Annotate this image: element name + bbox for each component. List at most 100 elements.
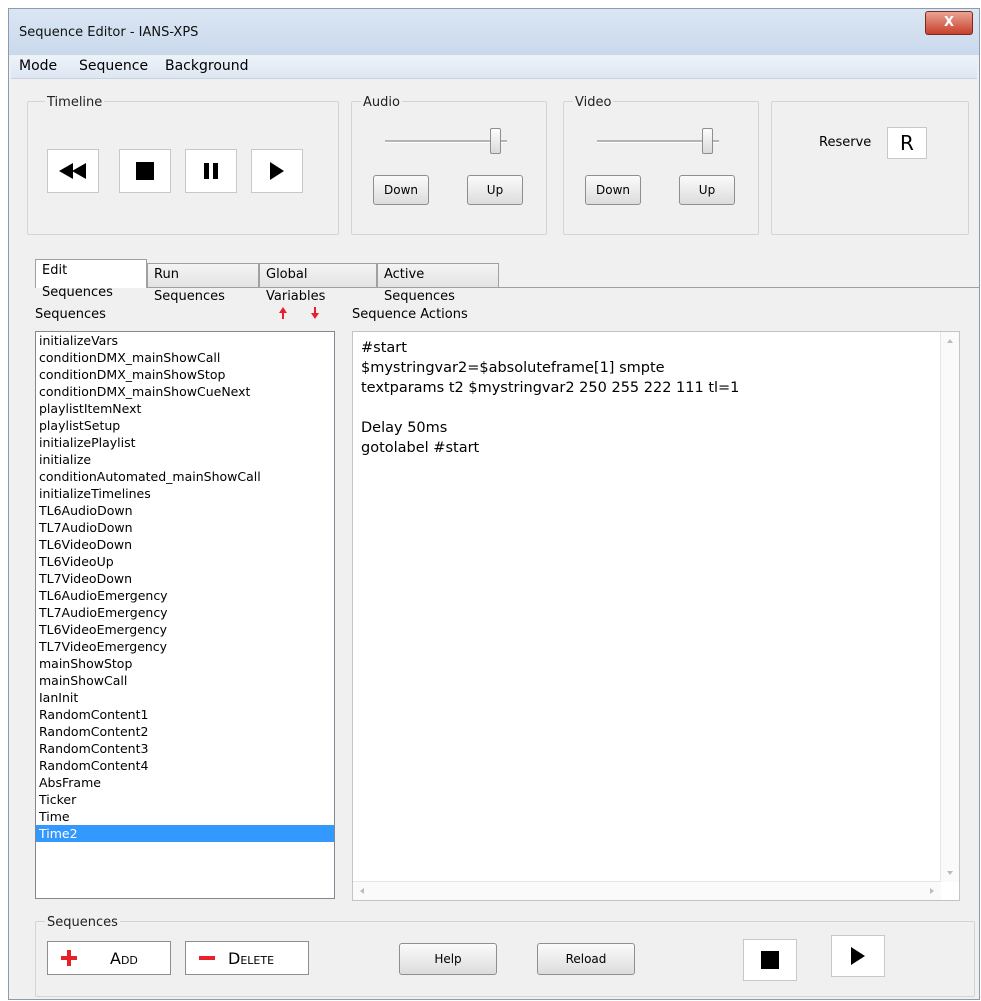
scroll-down-icon: [947, 871, 953, 875]
play-button[interactable]: [251, 149, 303, 193]
list-item[interactable]: RandomContent4: [36, 757, 334, 774]
list-item[interactable]: initializeVars: [36, 332, 334, 349]
tab-run-sequences[interactable]: Run Sequences: [147, 263, 259, 304]
tab-edit-sequences[interactable]: Edit Sequences: [35, 259, 147, 300]
reserve-group: [771, 101, 969, 235]
menu-background[interactable]: Background: [165, 58, 249, 74]
delete-label: Delete: [228, 948, 275, 968]
add-label: Add: [110, 948, 138, 968]
list-item[interactable]: AbsFrame: [36, 774, 334, 791]
list-item[interactable]: conditionDMX_mainShowStop: [36, 366, 334, 383]
sequences-list-label: Sequences: [35, 307, 106, 322]
list-item[interactable]: Time2: [36, 825, 334, 842]
list-item[interactable]: initializePlaylist: [36, 434, 334, 451]
list-item[interactable]: RandomContent2: [36, 723, 334, 740]
menu-mode[interactable]: Mode: [19, 58, 57, 74]
video-label: Video: [573, 95, 614, 110]
code-line: gotolabel #start: [361, 440, 480, 456]
list-item[interactable]: TL6VideoDown: [36, 536, 334, 553]
bottom-stop-button[interactable]: [743, 939, 797, 981]
list-item[interactable]: TL6AudioDown: [36, 502, 334, 519]
scroll-right-icon: [930, 888, 934, 894]
window-title: Sequence Editor - IANS-XPS: [19, 25, 199, 40]
code-line: Delay 50ms: [361, 420, 448, 436]
code-content: #start $mystringvar2=$absoluteframe[1] sm…: [353, 338, 941, 458]
menu-bar: Mode Sequence Background: [11, 56, 977, 79]
list-item[interactable]: initializeTimelines: [36, 485, 334, 502]
list-item[interactable]: TL7AudioEmergency: [36, 604, 334, 621]
list-item[interactable]: RandomContent1: [36, 706, 334, 723]
video-down-button[interactable]: Down: [585, 175, 641, 205]
move-down-button[interactable]: [307, 305, 323, 321]
rewind-button[interactable]: [47, 149, 99, 193]
close-button[interactable]: X: [925, 11, 973, 35]
code-line: #start: [361, 340, 407, 356]
list-item[interactable]: playlistItemNext: [36, 400, 334, 417]
stop-icon: [761, 951, 779, 969]
tab-active-sequences[interactable]: Active Sequences: [377, 263, 499, 304]
list-item[interactable]: conditionDMX_mainShowCueNext: [36, 383, 334, 400]
help-button[interactable]: Help: [399, 943, 497, 975]
scroll-up-icon: [947, 339, 953, 343]
list-item[interactable]: conditionDMX_mainShowCall: [36, 349, 334, 366]
pause-button[interactable]: [185, 149, 237, 193]
list-item[interactable]: mainShowStop: [36, 655, 334, 672]
reload-button[interactable]: Reload: [537, 943, 635, 975]
title-bar[interactable]: Sequence Editor - IANS-XPS X: [9, 9, 979, 55]
list-item[interactable]: TL7VideoDown: [36, 570, 334, 587]
stop-icon: [136, 162, 154, 180]
play-icon: [270, 162, 284, 180]
list-item[interactable]: RandomContent3: [36, 740, 334, 757]
sequence-actions-label: Sequence Actions: [352, 307, 468, 322]
list-item[interactable]: initialize: [36, 451, 334, 468]
list-item[interactable]: IanInit: [36, 689, 334, 706]
list-item[interactable]: Time: [36, 808, 334, 825]
reserve-button[interactable]: R: [887, 127, 927, 159]
delete-button[interactable]: Delete: [185, 941, 309, 975]
audio-up-button[interactable]: Up: [467, 175, 523, 205]
code-line: textparams t2 $mystringvar2 250 255 222 …: [361, 380, 740, 396]
stop-button[interactable]: [119, 149, 171, 193]
bottom-play-button[interactable]: [831, 935, 885, 977]
video-slider-thumb[interactable]: [702, 128, 714, 154]
audio-group: [351, 101, 547, 235]
play-icon: [851, 947, 865, 965]
sequence-actions-editor[interactable]: #start $mystringvar2=$absoluteframe[1] sm…: [352, 331, 960, 901]
audio-label: Audio: [361, 95, 402, 110]
video-slider-track[interactable]: [597, 140, 719, 143]
list-item[interactable]: TL6VideoEmergency: [36, 621, 334, 638]
arrow-up-icon: [279, 307, 287, 319]
reserve-label: Reserve: [819, 135, 872, 150]
audio-down-button[interactable]: Down: [373, 175, 429, 205]
bottom-sequences-label: Sequences: [45, 915, 120, 930]
move-up-button[interactable]: [275, 305, 291, 321]
list-item[interactable]: TL7AudioDown: [36, 519, 334, 536]
list-item[interactable]: Ticker: [36, 791, 334, 808]
video-up-button[interactable]: Up: [679, 175, 735, 205]
scroll-left-icon: [360, 888, 364, 894]
tab-global-variables[interactable]: Global Variables: [259, 263, 377, 304]
add-button[interactable]: Add: [47, 941, 171, 975]
audio-slider-thumb[interactable]: [490, 128, 502, 154]
list-item[interactable]: mainShowCall: [36, 672, 334, 689]
list-item[interactable]: conditionAutomated_mainShowCall: [36, 468, 334, 485]
close-icon: X: [943, 15, 955, 30]
menu-sequence[interactable]: Sequence: [79, 58, 148, 74]
plus-icon: [61, 950, 77, 966]
sequences-list[interactable]: initializeVars conditionDMX_mainShowCall c…: [35, 331, 335, 899]
code-line: $mystringvar2=$absoluteframe[1] smpte: [361, 360, 665, 376]
list-item[interactable]: TL6VideoUp: [36, 553, 334, 570]
list-item[interactable]: playlistSetup: [36, 417, 334, 434]
sequence-editor-window: Sequence Editor - IANS-XPS X Mode Sequen…: [8, 8, 980, 1000]
horizontal-scrollbar[interactable]: [353, 881, 941, 900]
rewind-icon: [59, 163, 86, 179]
timeline-label: Timeline: [45, 95, 105, 110]
list-item[interactable]: TL7VideoEmergency: [36, 638, 334, 655]
audio-slider-track[interactable]: [385, 140, 507, 143]
minus-icon: [199, 956, 215, 960]
pause-icon: [204, 163, 218, 179]
list-item[interactable]: TL6AudioEmergency: [36, 587, 334, 604]
video-group: [563, 101, 759, 235]
vertical-scrollbar[interactable]: [940, 332, 959, 882]
